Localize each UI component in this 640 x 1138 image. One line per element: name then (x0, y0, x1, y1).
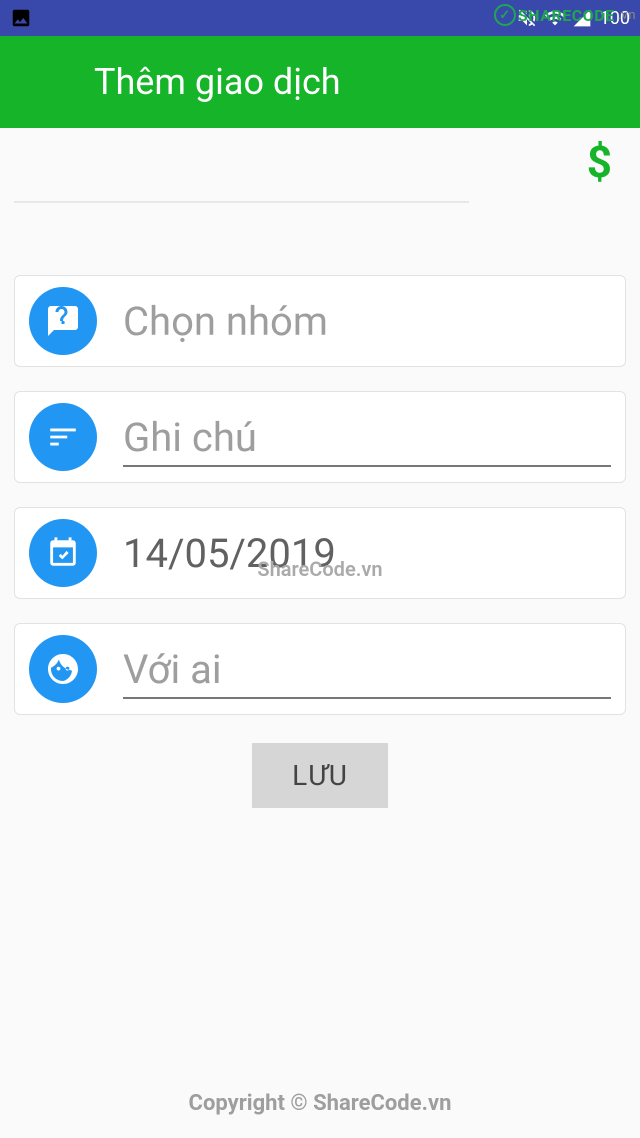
date-row[interactable]: 14/05/2019 (14, 507, 626, 599)
form-list: Chọn nhóm Ghi chú 14/05/2019 Với ai (0, 263, 640, 715)
calendar-icon (29, 519, 97, 587)
face-icon (29, 635, 97, 703)
sharecode-suffix: .vn (618, 8, 636, 23)
group-label: Chọn nhóm (123, 298, 611, 345)
amount-input-underline (14, 200, 469, 203)
person-input[interactable]: Với ai (123, 646, 611, 693)
sort-icon (29, 403, 97, 471)
currency-symbol: $ (587, 136, 612, 188)
person-row[interactable]: Với ai (14, 623, 626, 715)
date-value: 14/05/2019 (123, 530, 611, 577)
amount-row[interactable]: $ (0, 128, 640, 200)
save-button[interactable]: LƯU (252, 743, 388, 808)
image-icon (10, 7, 32, 29)
sharecode-brand: SHARECODE (518, 6, 615, 25)
question-icon (29, 287, 97, 355)
note-placeholder: Ghi chú (123, 414, 611, 461)
footer-copyright: Copyright © ShareCode.vn (0, 1091, 640, 1116)
sharecode-logo: ✓ SHARECODE.vn (494, 4, 636, 26)
note-input[interactable]: Ghi chú (123, 414, 611, 461)
page-title: Thêm giao dịch (94, 61, 341, 103)
group-row[interactable]: Chọn nhóm (14, 275, 626, 367)
app-bar: Thêm giao dịch (0, 36, 640, 128)
note-row[interactable]: Ghi chú (14, 391, 626, 483)
person-placeholder: Với ai (123, 646, 611, 693)
